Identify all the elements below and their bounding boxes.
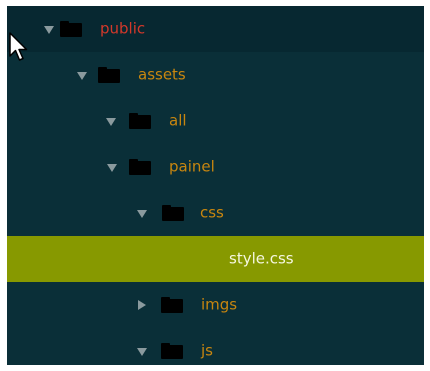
- tree-item-label: js: [201, 341, 213, 360]
- expand-arrow-down-icon[interactable]: [107, 164, 117, 172]
- tree-folder-imgs[interactable]: imgs: [7, 282, 424, 328]
- expand-arrow-down-icon[interactable]: [106, 118, 116, 126]
- folder-icon: [161, 297, 183, 313]
- expand-arrow-down-icon[interactable]: [77, 72, 87, 80]
- tree-folder-css[interactable]: css: [7, 190, 424, 236]
- tree-item-label: style.css: [229, 249, 294, 268]
- expand-arrow-down-icon[interactable]: [137, 210, 147, 218]
- tree-item-label: painel: [169, 157, 215, 176]
- expand-arrow-down-icon[interactable]: [44, 26, 54, 34]
- folder-icon: [129, 159, 151, 175]
- folder-icon: [60, 21, 82, 37]
- tree-item-label: imgs: [201, 295, 238, 314]
- tree-item-label: assets: [138, 65, 186, 84]
- tree-folder-painel[interactable]: painel: [7, 144, 424, 190]
- file-tree-panel: public assets all painel css style.css i…: [7, 6, 424, 365]
- folder-icon: [98, 67, 120, 83]
- expand-arrow-down-icon[interactable]: [137, 348, 147, 356]
- tree-folder-assets[interactable]: assets: [7, 52, 424, 98]
- tree-item-label: public: [100, 19, 146, 38]
- tree-item-label: all: [169, 111, 187, 130]
- folder-icon: [129, 113, 151, 129]
- folder-icon: [162, 205, 184, 221]
- tree-folder-js[interactable]: js: [7, 328, 424, 365]
- tree-folder-all[interactable]: all: [7, 98, 424, 144]
- tree-item-label: css: [200, 203, 224, 222]
- folder-icon: [161, 343, 183, 359]
- mouse-cursor-icon: [9, 32, 28, 61]
- expand-arrow-right-icon[interactable]: [138, 300, 146, 310]
- tree-folder-public[interactable]: public: [7, 6, 424, 52]
- tree-file-style-css[interactable]: style.css: [7, 236, 424, 282]
